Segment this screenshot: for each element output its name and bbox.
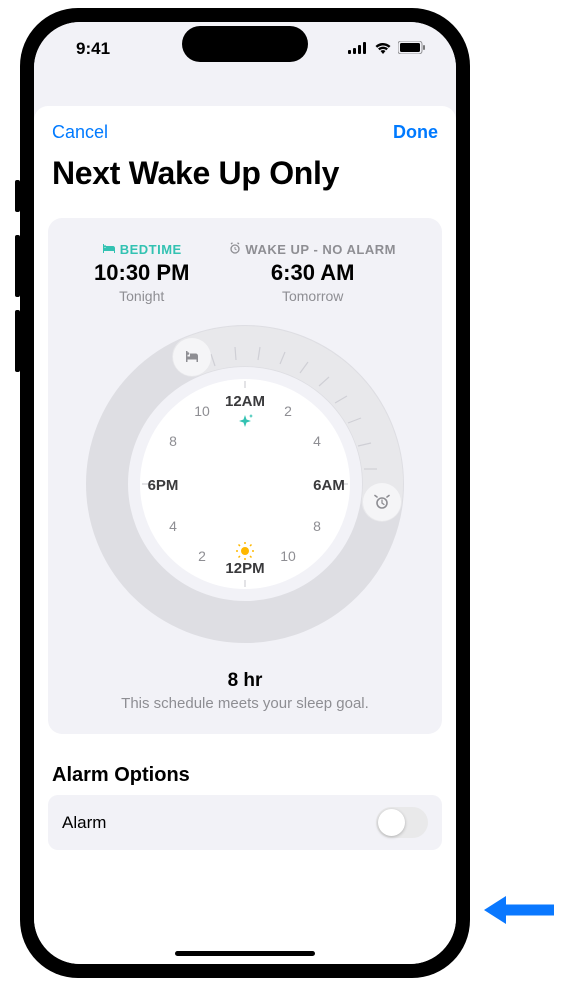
home-indicator[interactable] [175, 951, 315, 956]
wifi-icon [374, 39, 392, 59]
page-title: Next Wake Up Only [34, 151, 456, 210]
clock-label-2: 2 [284, 403, 292, 419]
clock-label-10pm: 10 [194, 403, 210, 419]
screen: 9:41 Cancel Done Next Wake Up Only [34, 22, 456, 964]
bedtime-sub: Tonight [94, 288, 189, 304]
clock-label-4pm: 4 [169, 518, 177, 534]
wakeup-label: WAKE UP - NO ALARM [229, 242, 396, 257]
alarm-clock-icon [229, 242, 241, 257]
bedtime-time: 10:30 PM [94, 260, 189, 286]
alarm-toggle[interactable] [376, 807, 428, 838]
bedtime-label: BEDTIME [94, 242, 189, 257]
signal-icon [348, 39, 368, 59]
bedtime-column: BEDTIME 10:30 PM Tonight [94, 242, 189, 304]
sleep-dial[interactable]: 12AM 2 4 6AM 8 10 12PM 2 4 6PM 8 10 [64, 324, 426, 644]
clock-label-4: 4 [313, 433, 321, 449]
duration-sub: This schedule meets your sleep goal. [64, 695, 426, 712]
clock-label-6am: 6AM [313, 477, 345, 494]
clock-label-10: 10 [280, 548, 296, 564]
alarm-row-label: Alarm [62, 813, 106, 833]
clock-label-12pm: 12PM [225, 560, 264, 577]
bed-icon [102, 242, 116, 257]
modal-sheet: Cancel Done Next Wake Up Only BEDTIME 10… [34, 106, 456, 964]
clock-label-6pm: 6PM [148, 477, 179, 494]
callout-arrow-icon [484, 890, 554, 935]
duration-value: 8 hr [64, 670, 426, 692]
sleep-schedule-card: BEDTIME 10:30 PM Tonight WAKE UP - NO AL… [48, 218, 442, 734]
alarm-row: Alarm [48, 795, 442, 850]
bed-wake-row: BEDTIME 10:30 PM Tonight WAKE UP - NO AL… [64, 242, 426, 304]
wakeup-handle[interactable] [363, 483, 401, 521]
clock-label-12am: 12AM [225, 393, 265, 410]
wakeup-sub: Tomorrow [229, 288, 396, 304]
wakeup-time: 6:30 AM [229, 260, 396, 286]
done-button[interactable]: Done [393, 122, 438, 143]
notch [182, 26, 308, 62]
status-time: 9:41 [64, 39, 110, 59]
nav-bar: Cancel Done [34, 106, 456, 151]
cancel-button[interactable]: Cancel [52, 122, 108, 143]
duration-row: 8 hr This schedule meets your sleep goal… [64, 670, 426, 712]
bedtime-handle[interactable] [173, 338, 211, 376]
battery-icon [398, 39, 426, 59]
clock-label-2pm: 2 [198, 548, 206, 564]
toggle-knob [378, 809, 405, 836]
alarm-options-title: Alarm Options [34, 742, 456, 795]
clock-label-8: 8 [313, 518, 321, 534]
wakeup-column: WAKE UP - NO ALARM 6:30 AM Tomorrow [229, 242, 396, 304]
clock-label-8pm: 8 [169, 433, 177, 449]
status-icons [348, 39, 426, 59]
phone-frame: 9:41 Cancel Done Next Wake Up Only [20, 8, 470, 978]
